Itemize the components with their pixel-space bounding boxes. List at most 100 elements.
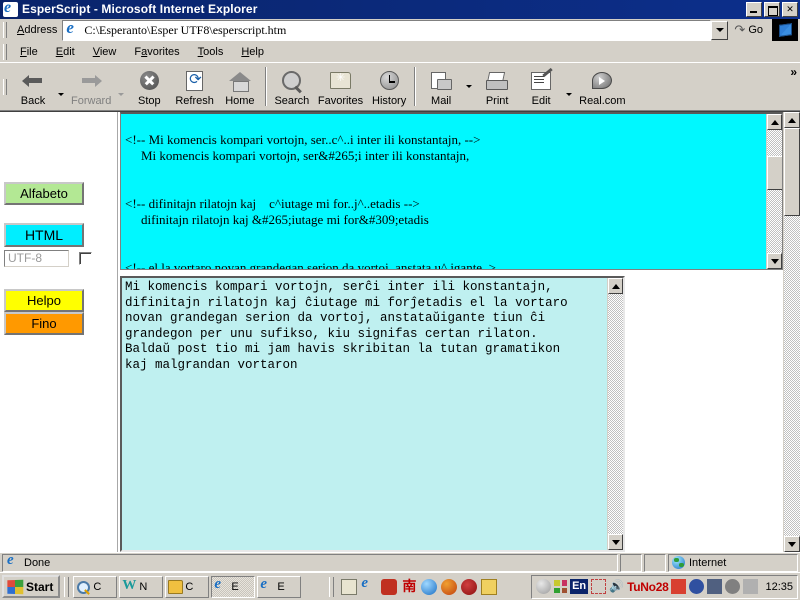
- encoding-input[interactable]: UTF-8: [4, 250, 69, 268]
- page-scrollbar[interactable]: [783, 112, 800, 552]
- toolbar-forward-button[interactable]: Forward: [67, 63, 115, 110]
- dragon-icon[interactable]: [381, 578, 398, 595]
- page-scroll-thumb[interactable]: [784, 128, 800, 217]
- alfabeto-button[interactable]: Alfabeto: [4, 182, 84, 206]
- toolbar-mail-label: Mail: [431, 94, 452, 107]
- printer-icon: [486, 72, 509, 90]
- toolbar-history-button[interactable]: History: [367, 63, 411, 110]
- tray-pencil-icon[interactable]: [671, 579, 687, 594]
- taskbar-button-4[interactable]: E: [211, 575, 256, 598]
- toolbar-search-label: Search: [274, 94, 310, 107]
- taskbar-button-3[interactable]: C: [165, 575, 210, 598]
- source-frame-scrollbar[interactable]: [766, 114, 782, 270]
- toolbar-search-button[interactable]: Search: [270, 63, 314, 110]
- scroll-down-icon: [770, 258, 779, 264]
- menu-help[interactable]: Help: [232, 44, 273, 60]
- back-dropdown-button[interactable]: [55, 63, 67, 110]
- ie-icon[interactable]: [361, 575, 377, 595]
- tray-screen-icon[interactable]: [591, 579, 607, 594]
- textarea-scroll-down-button[interactable]: [608, 534, 623, 550]
- menu-grip[interactable]: [3, 43, 7, 60]
- menu-view[interactable]: View: [84, 44, 126, 60]
- taskbar-button-5[interactable]: E: [257, 575, 302, 598]
- ie-document-icon: [3, 1, 18, 17]
- menu-tools[interactable]: Tools: [189, 44, 233, 60]
- html-button[interactable]: HTML: [4, 223, 84, 248]
- tray-gauge-icon[interactable]: [725, 579, 741, 594]
- page-scroll-track[interactable]: [784, 128, 800, 536]
- address-dropdown-button[interactable]: [711, 20, 729, 40]
- scroll-down-button[interactable]: [767, 253, 782, 270]
- toolbar-edit-button[interactable]: Edit: [519, 63, 563, 110]
- page-scroll-up-button[interactable]: [784, 112, 800, 129]
- taskbar-clock[interactable]: 12:35: [765, 581, 793, 593]
- volume-icon[interactable]: 🔊: [609, 579, 624, 594]
- input-language-indicator[interactable]: En: [570, 579, 589, 594]
- page-icon: [65, 21, 82, 39]
- tray-camera-icon[interactable]: [743, 579, 759, 594]
- toolbar-stop-button[interactable]: Stop: [127, 63, 171, 110]
- source-line-1: <!-- Mi komencis kompari vortojn, ser..c…: [125, 132, 481, 148]
- menu-file[interactable]: File: [11, 44, 47, 60]
- notepad-icon[interactable]: [341, 578, 358, 595]
- tray-person-icon[interactable]: [707, 579, 723, 594]
- toolbar-home-button[interactable]: Home: [218, 63, 262, 110]
- tray-dots-icon[interactable]: [554, 580, 568, 593]
- menu-edit[interactable]: Edit: [47, 44, 84, 60]
- scroll-thumb[interactable]: [767, 156, 782, 191]
- taskbar-button-1[interactable]: C: [73, 575, 118, 598]
- restore-button[interactable]: [764, 1, 780, 17]
- tray-target-icon[interactable]: [689, 579, 705, 594]
- toolbar-back-button[interactable]: Back: [11, 63, 55, 110]
- chevron-down-icon: [58, 93, 64, 97]
- go-button[interactable]: ↷ Go: [728, 22, 769, 38]
- html-source-text[interactable]: BODY <!-- Mi komencis kompari vortojn, s…: [121, 114, 496, 269]
- forward-dropdown-button[interactable]: [115, 63, 127, 110]
- close-button[interactable]: ✕: [782, 1, 798, 17]
- toolbar-favorites-button[interactable]: Favorites: [314, 63, 367, 110]
- scroll-track[interactable]: [767, 130, 782, 253]
- source-line-5: difinitajn rilatojn kaj &#265;iutage mi …: [141, 212, 429, 228]
- media-player-icon[interactable]: [481, 578, 498, 595]
- toolbar-mail-button[interactable]: Mail: [419, 63, 463, 110]
- toolbar-print-button[interactable]: Print: [475, 63, 519, 110]
- toolbar-grip[interactable]: [3, 22, 7, 39]
- chevron-down-icon: [715, 28, 724, 33]
- taskbar-button-2[interactable]: N: [119, 575, 164, 598]
- mail-dropdown-button[interactable]: [463, 63, 475, 110]
- tuno-label: TuNo28: [627, 579, 669, 594]
- minimize-button[interactable]: [746, 1, 762, 17]
- main-toolbar-grip[interactable]: [3, 79, 7, 96]
- ie-blue-icon[interactable]: [421, 578, 438, 595]
- transliteration-textarea[interactable]: Mi komencis kompari vortojn, serĉi inter…: [120, 276, 625, 552]
- encoding-row: UTF-8: [4, 250, 92, 268]
- helpo-button[interactable]: Helpo: [4, 289, 84, 313]
- edit-dropdown-button[interactable]: [563, 63, 575, 110]
- firefox-icon[interactable]: [441, 578, 458, 595]
- textarea-scrollbar[interactable]: [607, 278, 623, 550]
- taskbar-grip[interactable]: [64, 576, 70, 597]
- toolbar-realcom-button[interactable]: Real.com: [575, 63, 629, 110]
- textarea-scroll-track[interactable]: [608, 294, 623, 534]
- scroll-down-icon: [611, 539, 620, 545]
- status-bar: Done Internet: [0, 552, 800, 572]
- start-button[interactable]: Start: [2, 575, 61, 598]
- toolbar-overflow-button[interactable]: »: [790, 65, 797, 79]
- taskbar: Start C N C E E 南: [0, 572, 800, 600]
- tuno-indicator[interactable]: TuNo28: [627, 579, 669, 594]
- opera-icon[interactable]: [461, 578, 478, 595]
- source-cut-line: BODY: [125, 114, 162, 115]
- menu-favorites[interactable]: Favorites: [125, 44, 188, 60]
- taskbar-grip-2[interactable]: [329, 576, 335, 597]
- textarea-scroll-up-button[interactable]: [608, 278, 623, 295]
- magnifier-icon: [76, 580, 91, 594]
- scroll-up-button[interactable]: [767, 114, 782, 131]
- fino-button[interactable]: Fino: [4, 312, 84, 336]
- tray-globe-icon[interactable]: [536, 579, 552, 594]
- toolbar-refresh-button[interactable]: Refresh: [171, 63, 218, 110]
- page-scroll-down-button[interactable]: [784, 536, 800, 552]
- address-input[interactable]: C:\Esperanto\Esper UTF8\esperscript.htm: [62, 19, 712, 41]
- nanjing-icon[interactable]: 南: [401, 578, 417, 595]
- edit-page-icon: [531, 71, 552, 90]
- encoding-checkbox[interactable]: [79, 252, 92, 266]
